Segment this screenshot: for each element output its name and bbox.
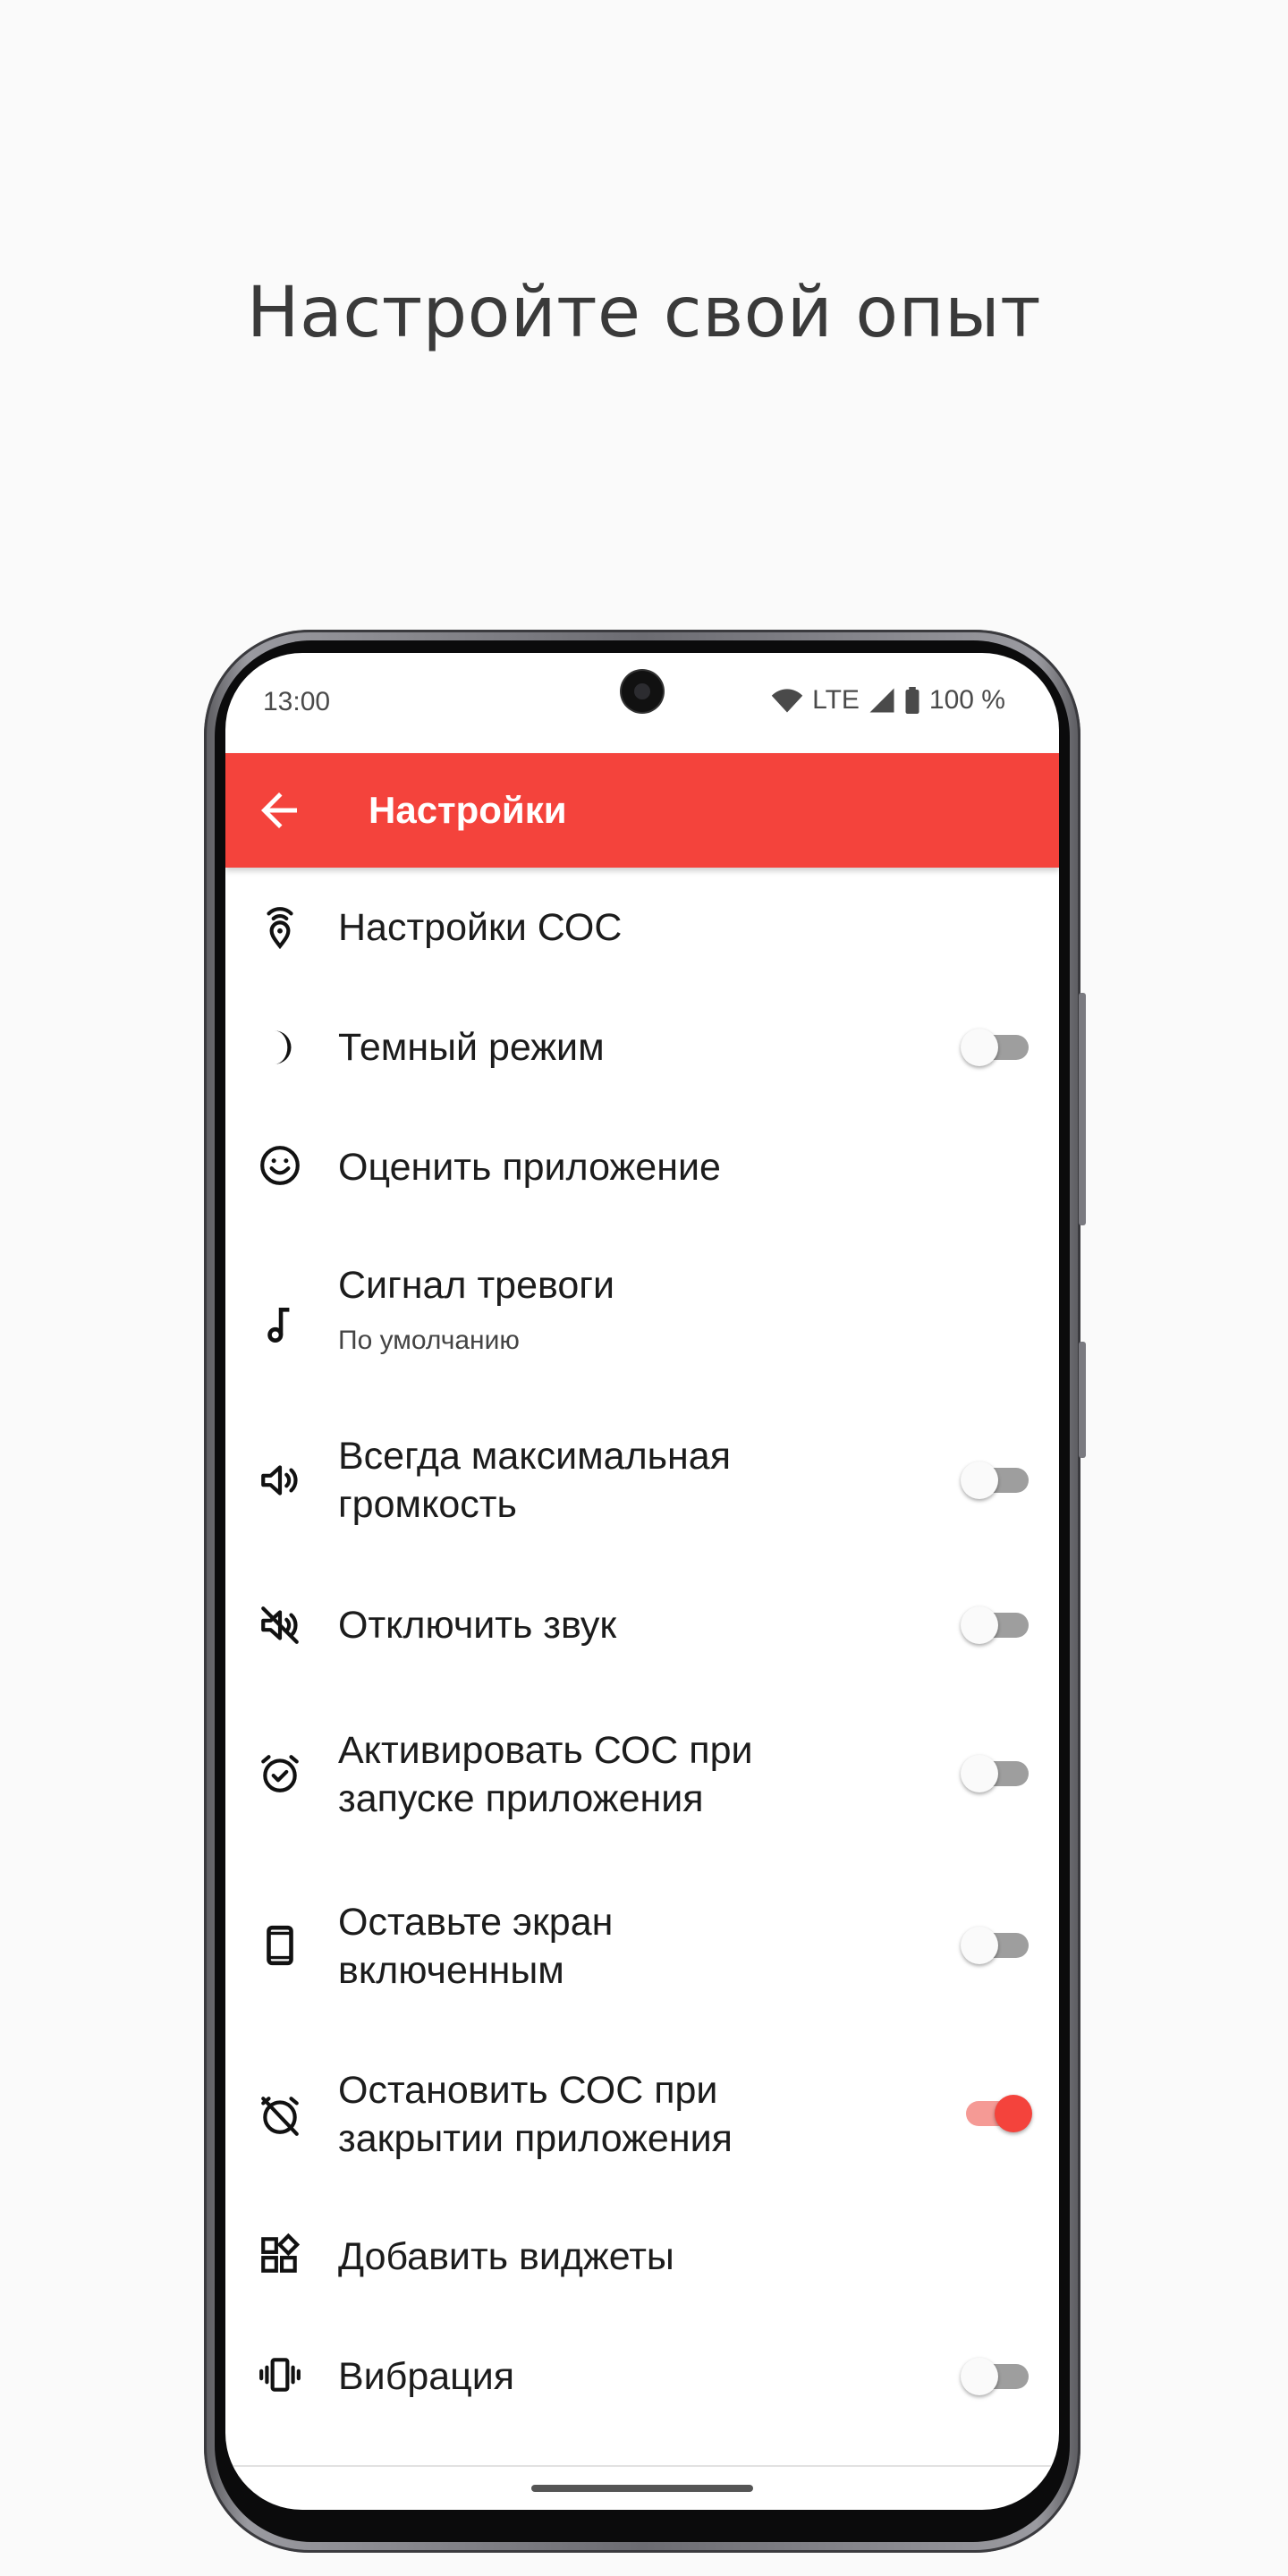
setting-keep-screen-on[interactable]: Оставьте экран включенным xyxy=(225,1860,1059,2029)
smiley-icon xyxy=(258,1143,302,1188)
setting-rate-app[interactable]: Оценить приложение xyxy=(225,1107,1059,1227)
toggle-thumb xyxy=(961,1755,998,1792)
volume-off-icon xyxy=(258,1603,302,1648)
setting-title: Остановить СОС при закрытии приложения xyxy=(338,2069,733,2160)
alarm-check-icon xyxy=(258,1751,302,1796)
setting-mute[interactable]: Отключить звук xyxy=(225,1560,1059,1692)
setting-alarm-sound[interactable]: Сигнал тревоги По умолчанию xyxy=(225,1227,1059,1402)
toggle-thumb xyxy=(961,1927,998,1964)
status-time: 13:00 xyxy=(263,687,331,716)
gesture-nav-handle[interactable] xyxy=(531,2485,753,2492)
setting-title: Всегда максимальная громкость xyxy=(338,1435,732,1526)
phone-side-button xyxy=(1079,993,1086,1225)
battery-icon xyxy=(904,687,920,714)
toggle-thumb xyxy=(995,2095,1032,2132)
setting-title: Добавить виджеты xyxy=(338,2235,674,2278)
setting-subtitle: По умолчанию xyxy=(338,1326,520,1355)
sos-on-launch-toggle[interactable] xyxy=(961,1755,1032,1792)
setting-add-widgets[interactable]: Добавить виджеты xyxy=(225,2197,1059,2317)
setting-title: Активировать СОС при запуске приложения xyxy=(338,1729,753,1820)
setting-stop-sos-on-close[interactable]: Остановить СОС при закрытии приложения xyxy=(225,2029,1059,2197)
phone-screen: 13:00 LTE 100 % Настройки Настройки СОС … xyxy=(225,653,1059,2510)
setting-vibration[interactable]: Вибрация xyxy=(225,2317,1059,2436)
dark-mode-toggle[interactable] xyxy=(961,1029,1032,1066)
toggle-thumb xyxy=(961,1606,998,1644)
setting-title: Настройки СОС xyxy=(338,906,623,949)
setting-title: Отключить звук xyxy=(338,1604,617,1647)
keep-screen-on-toggle[interactable] xyxy=(961,1927,1032,1964)
app-bar: Настройки xyxy=(225,753,1059,868)
vibration-icon xyxy=(258,2352,302,2397)
arrow-back-icon xyxy=(261,792,297,828)
setting-title: Оставьте экран включенным xyxy=(338,1901,614,1992)
battery-level: 100 % xyxy=(928,685,1005,715)
nav-divider xyxy=(225,2465,1059,2467)
setting-title: Сигнал тревоги xyxy=(338,1264,614,1307)
alarm-off-icon xyxy=(258,2093,302,2138)
setting-sos-settings[interactable]: Настройки СОС xyxy=(225,868,1059,987)
toggle-thumb xyxy=(961,1029,998,1066)
music-note-icon xyxy=(258,1302,302,1347)
status-indicators: LTE 100 % xyxy=(771,685,1005,716)
location-broadcast-icon xyxy=(258,905,302,950)
back-button[interactable] xyxy=(252,784,306,837)
setting-dark-mode[interactable]: Темный режим xyxy=(225,987,1059,1107)
stop-sos-on-close-toggle[interactable] xyxy=(961,2095,1032,2132)
setting-sos-on-launch[interactable]: Активировать СОС при запуске приложения xyxy=(225,1692,1059,1860)
phone-side-button xyxy=(1079,1342,1086,1458)
status-bar: 13:00 LTE 100 % xyxy=(225,653,1059,753)
network-type: LTE xyxy=(812,685,860,715)
volume-up-icon xyxy=(258,1458,302,1503)
page-title: Настройки xyxy=(369,789,567,831)
onboarding-headline: Настройте свой опыт xyxy=(246,273,1042,353)
moon-icon xyxy=(258,1025,302,1070)
setting-title: Вибрация xyxy=(338,2355,515,2398)
toggle-thumb xyxy=(961,2358,998,2395)
phone-icon xyxy=(258,1923,302,1968)
mute-toggle[interactable] xyxy=(961,1606,1032,1644)
max-volume-toggle[interactable] xyxy=(961,1462,1032,1499)
widgets-icon xyxy=(258,2233,302,2277)
front-camera xyxy=(622,671,663,712)
signal-icon xyxy=(869,687,895,714)
toggle-thumb xyxy=(961,1462,998,1499)
setting-title: Темный режим xyxy=(338,1026,605,1069)
vibration-toggle[interactable] xyxy=(961,2358,1032,2395)
setting-max-volume[interactable]: Всегда максимальная громкость xyxy=(225,1402,1059,1560)
wifi-icon xyxy=(771,687,803,714)
setting-title: Оценить приложение xyxy=(338,1146,721,1189)
